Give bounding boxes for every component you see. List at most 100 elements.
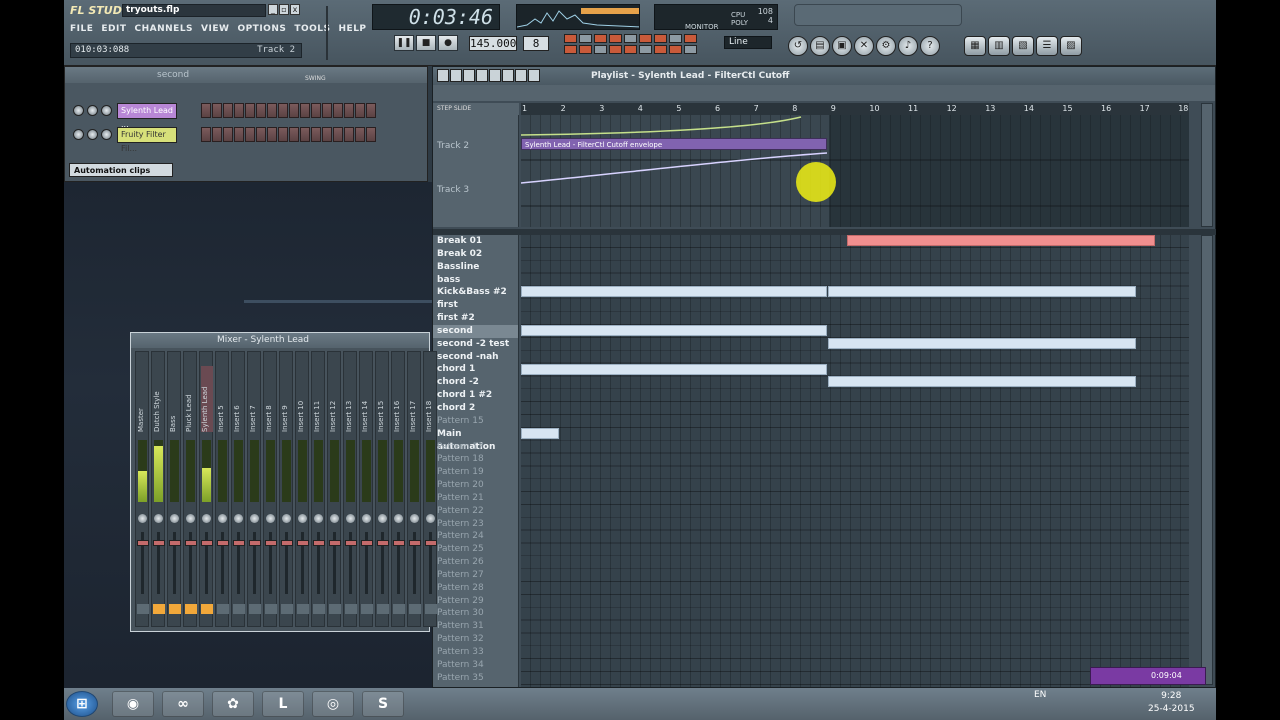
- tool-select-icon[interactable]: [502, 69, 514, 82]
- route-button[interactable]: [393, 604, 405, 614]
- mixer-strip[interactable]: Dutch Style: [151, 351, 165, 627]
- pattern-name[interactable]: Pattern 34: [433, 659, 518, 672]
- toggle-9[interactable]: [684, 34, 697, 43]
- toggle-15[interactable]: [639, 45, 652, 54]
- pattern-name[interactable]: Pattern 35: [433, 672, 518, 685]
- toggle-12[interactable]: [594, 45, 607, 54]
- stop-button[interactable]: ■: [416, 35, 436, 51]
- pan-knob[interactable]: [170, 514, 179, 523]
- pan-knob[interactable]: [87, 105, 98, 116]
- mixer-strip[interactable]: Insert 9: [279, 351, 293, 627]
- fader-cap[interactable]: [169, 540, 181, 546]
- fl-studio-taskbar-icon[interactable]: ✿: [212, 691, 254, 717]
- mixer-strip[interactable]: Sylenth Lead: [199, 351, 213, 627]
- pattern-name[interactable]: Pattern 22: [433, 505, 518, 518]
- mixer-strip[interactable]: Master: [135, 351, 149, 627]
- language-indicator[interactable]: EN: [1034, 690, 1046, 700]
- pan-knob[interactable]: [186, 514, 195, 523]
- mixer-strip[interactable]: Bass: [167, 351, 181, 627]
- firefox-taskbar-icon[interactable]: ◉: [112, 691, 154, 717]
- route-button[interactable]: [425, 604, 437, 614]
- chrome-taskbar-icon[interactable]: ◎: [312, 691, 354, 717]
- fader-cap[interactable]: [345, 540, 357, 546]
- toggle-5[interactable]: [624, 34, 637, 43]
- automation-clip[interactable]: Sylenth Lead - FilterCtl Cutoff envelope: [521, 138, 827, 150]
- pattern-name[interactable]: bass: [433, 274, 518, 287]
- pattern-name[interactable]: Pattern 33: [433, 646, 518, 659]
- mixer-strip[interactable]: Insert 5: [215, 351, 229, 627]
- pause-button[interactable]: ❚❚: [394, 35, 414, 51]
- route-button[interactable]: [185, 604, 197, 614]
- menu-help[interactable]: HELP: [339, 24, 367, 34]
- fader-cap[interactable]: [201, 540, 213, 546]
- pattern-name[interactable]: chord 1 #2: [433, 389, 518, 402]
- help-icon[interactable]: ?: [920, 36, 940, 56]
- mixer-strip[interactable]: Insert 6: [231, 351, 245, 627]
- pattern-block[interactable]: [521, 428, 559, 439]
- pattern-name[interactable]: first: [433, 299, 518, 312]
- pan-knob[interactable]: [282, 514, 291, 523]
- record-button[interactable]: ●: [438, 35, 458, 51]
- route-button[interactable]: [217, 604, 229, 614]
- pattern-block[interactable]: [521, 286, 827, 297]
- skype-taskbar-icon[interactable]: S: [362, 691, 404, 717]
- fader-cap[interactable]: [313, 540, 325, 546]
- render-icon[interactable]: ✕: [854, 36, 874, 56]
- route-button[interactable]: [153, 604, 165, 614]
- toggle-3[interactable]: [594, 34, 607, 43]
- system-clock[interactable]: 9:28 25-4-2015: [1148, 690, 1195, 716]
- master-volume-slider[interactable]: [326, 6, 342, 60]
- fader-cap[interactable]: [329, 540, 341, 546]
- pattern-name[interactable]: chord 1: [433, 363, 518, 376]
- fader-cap[interactable]: [185, 540, 197, 546]
- pan-knob[interactable]: [234, 514, 243, 523]
- settings-icon[interactable]: ⚙: [876, 36, 896, 56]
- playlist-icon[interactable]: ▦: [964, 36, 986, 56]
- restore-button[interactable]: ▫: [279, 4, 289, 15]
- toggle-17[interactable]: [669, 45, 682, 54]
- mixer-strip[interactable]: Insert 7: [247, 351, 261, 627]
- pattern-name[interactable]: Pattern 18: [433, 453, 518, 466]
- tempo-icon[interactable]: ♪: [898, 36, 918, 56]
- start-button[interactable]: ⊞: [66, 691, 98, 717]
- step-buttons[interactable]: [201, 127, 376, 142]
- track-grid[interactable]: Sylenth Lead - FilterCtl Cutoff envelope: [521, 115, 1189, 227]
- tempo-display[interactable]: 145.000: [469, 36, 517, 51]
- pattern-name[interactable]: chord 2: [433, 402, 518, 415]
- tool-delete-icon[interactable]: [463, 69, 475, 82]
- route-button[interactable]: [297, 604, 309, 614]
- channel-filter-select[interactable]: Automation clips: [69, 163, 173, 177]
- pattern-name[interactable]: Bassline: [433, 261, 518, 274]
- playlist-mode-select[interactable]: Line: [724, 36, 772, 49]
- volume-knob[interactable]: [101, 129, 112, 140]
- route-button[interactable]: [409, 604, 421, 614]
- pattern-block[interactable]: [521, 364, 827, 375]
- toggle-16[interactable]: [654, 45, 667, 54]
- step-buttons[interactable]: [201, 103, 376, 118]
- route-button[interactable]: [313, 604, 325, 614]
- mixer-strip[interactable]: Insert 14: [359, 351, 373, 627]
- toggle-8[interactable]: [669, 34, 682, 43]
- pattern-name[interactable]: Kick&Bass #2: [433, 286, 518, 299]
- pattern-name[interactable]: Pattern 28: [433, 582, 518, 595]
- pattern-name[interactable]: Pattern 27: [433, 569, 518, 582]
- visual-studio-taskbar-icon[interactable]: ∞: [162, 691, 204, 717]
- pattern-name[interactable]: Main automation: [433, 428, 518, 452]
- track-2-label[interactable]: Track 2: [437, 141, 469, 151]
- pan-knob[interactable]: [138, 514, 147, 523]
- pan-knob[interactable]: [426, 514, 435, 523]
- fader-cap[interactable]: [265, 540, 277, 546]
- mixer-strip[interactable]: Insert 17: [407, 351, 421, 627]
- pattern-name[interactable]: Pattern 31: [433, 620, 518, 633]
- route-button[interactable]: [201, 604, 213, 614]
- mixer-strip[interactable]: Insert 13: [343, 351, 357, 627]
- fader-cap[interactable]: [425, 540, 437, 546]
- mixer-icon[interactable]: ▨: [1060, 36, 1082, 56]
- pan-knob[interactable]: [410, 514, 419, 523]
- toggle-7[interactable]: [654, 34, 667, 43]
- fader-cap[interactable]: [409, 540, 421, 546]
- pattern-name[interactable]: Pattern 29: [433, 595, 518, 608]
- pattern-number[interactable]: 8: [523, 36, 549, 51]
- toggle-2[interactable]: [579, 34, 592, 43]
- mixer-strip[interactable]: Insert 15: [375, 351, 389, 627]
